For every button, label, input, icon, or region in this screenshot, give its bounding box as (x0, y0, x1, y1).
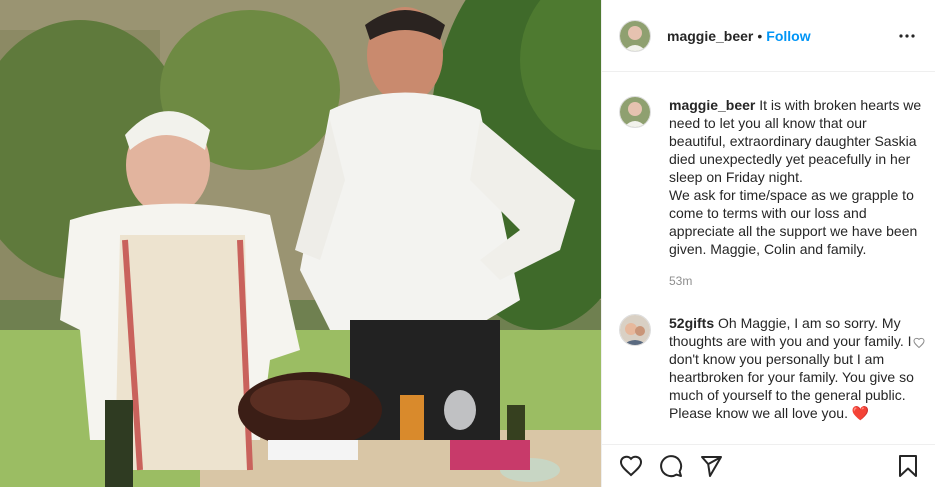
header-username[interactable]: maggie_beer (667, 28, 753, 44)
bookmark-icon[interactable] (895, 453, 921, 479)
share-icon[interactable] (698, 453, 724, 479)
like-comment-heart-icon[interactable] (913, 336, 925, 354)
heart-icon[interactable] (618, 453, 644, 479)
more-options-icon[interactable] (895, 24, 919, 48)
avatar[interactable] (619, 19, 651, 52)
photo-image (0, 0, 601, 487)
caption: maggie_beer It is with broken hearts we … (602, 72, 935, 290)
comment-avatar[interactable] (619, 314, 651, 346)
follow-button[interactable]: Follow (766, 28, 810, 44)
comment-icon[interactable] (658, 453, 684, 479)
caption-text: maggie_beer It is with broken hearts we … (669, 96, 924, 186)
caption-username[interactable]: maggie_beer (669, 97, 755, 113)
caption-time[interactable]: 53m (669, 272, 924, 290)
action-bar (602, 444, 935, 487)
post-photo[interactable] (0, 0, 601, 487)
header-separator: • (757, 27, 763, 44)
post-panel: maggie_beer • Follow maggie_beer It is w… (601, 0, 935, 487)
comments-section[interactable]: maggie_beer It is with broken hearts we … (602, 72, 935, 444)
caption-text-2: We ask for time/space as we grapple to c… (669, 187, 918, 257)
post-header: maggie_beer • Follow (602, 0, 935, 72)
comment-username[interactable]: 52gifts (669, 315, 714, 331)
caption-avatar[interactable] (619, 96, 651, 128)
heart-emoji: ❤️ (851, 405, 870, 421)
comment: 52gifts Oh Maggie, I am so sorry. My tho… (602, 290, 935, 422)
